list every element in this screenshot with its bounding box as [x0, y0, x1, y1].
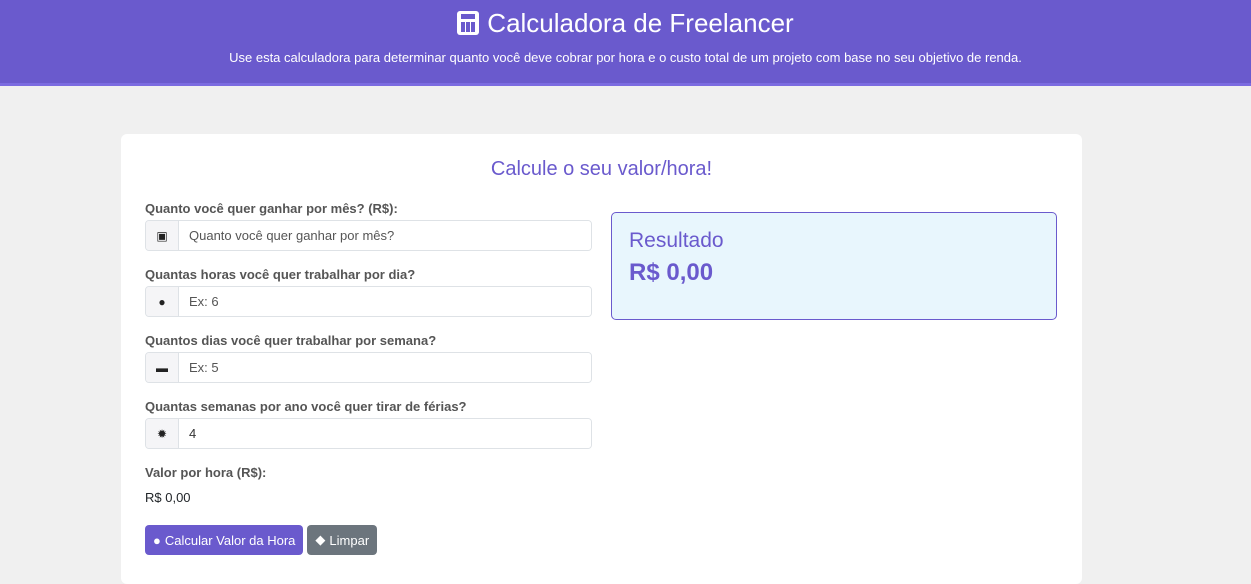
calendar-icon: ▬ [146, 353, 179, 382]
days-per-week-input[interactable] [179, 353, 591, 382]
calculate-label: Calcular Valor da Hora [164, 532, 296, 548]
result-value: R$ 0,00 [629, 259, 714, 286]
hours-per-day-input[interactable] [179, 287, 591, 316]
page-header: Calculadora de Freelancer Use esta calcu… [0, 0, 1251, 86]
monthly-income-input[interactable] [179, 221, 591, 250]
calculator-form: Quanto você quer ganhar por mês? (R$): ▣… [145, 201, 592, 555]
vacation-weeks-group: ✹ [145, 418, 592, 449]
monthly-income-label: Quanto você quer ganhar por mês? (R$): [145, 201, 398, 216]
sun-icon: ✹ [146, 419, 179, 448]
calculate-button[interactable]: ● Calcular Valor da Hora [145, 525, 304, 555]
money-bill-icon: ▣ [146, 221, 179, 250]
clock-icon: ● [153, 532, 161, 548]
days-per-week-group: ▬ [145, 352, 592, 383]
vacation-weeks-input[interactable] [179, 419, 591, 448]
vacation-weeks-label: Quantas semanas por ano você quer tirar … [145, 399, 467, 414]
title-text: Calculadora de Freelancer [487, 7, 794, 38]
card-title: Calcule o seu valor/hora! [490, 158, 713, 180]
hours-per-day-group: ● [145, 286, 592, 317]
eraser-icon: ◆ [315, 532, 326, 547]
hours-per-day-label: Quantas horas você quer trabalhar por di… [145, 267, 416, 282]
days-per-week-label: Quantos dias você quer trabalhar por sem… [145, 333, 437, 348]
clear-button[interactable]: ◆ Limpar [307, 525, 378, 555]
page-title: Calculadora de Freelancer [0, 8, 1251, 38]
monthly-income-group: ▣ [145, 220, 592, 251]
hourly-rate-label: Valor por hora (R$): [145, 465, 267, 480]
clock-icon: ● [146, 287, 179, 316]
result-title: Resultado [629, 229, 724, 252]
clear-label: Limpar [329, 532, 370, 548]
calculator-icon [457, 11, 480, 35]
page-subtitle: Use esta calculadora para determinar qua… [229, 50, 1022, 65]
calculator-card: Calcule o seu valor/hora! Quanto você qu… [121, 134, 1082, 584]
result-panel: Resultado R$ 0,00 [611, 212, 1057, 320]
hourly-rate-value: R$ 0,00 [145, 490, 191, 505]
